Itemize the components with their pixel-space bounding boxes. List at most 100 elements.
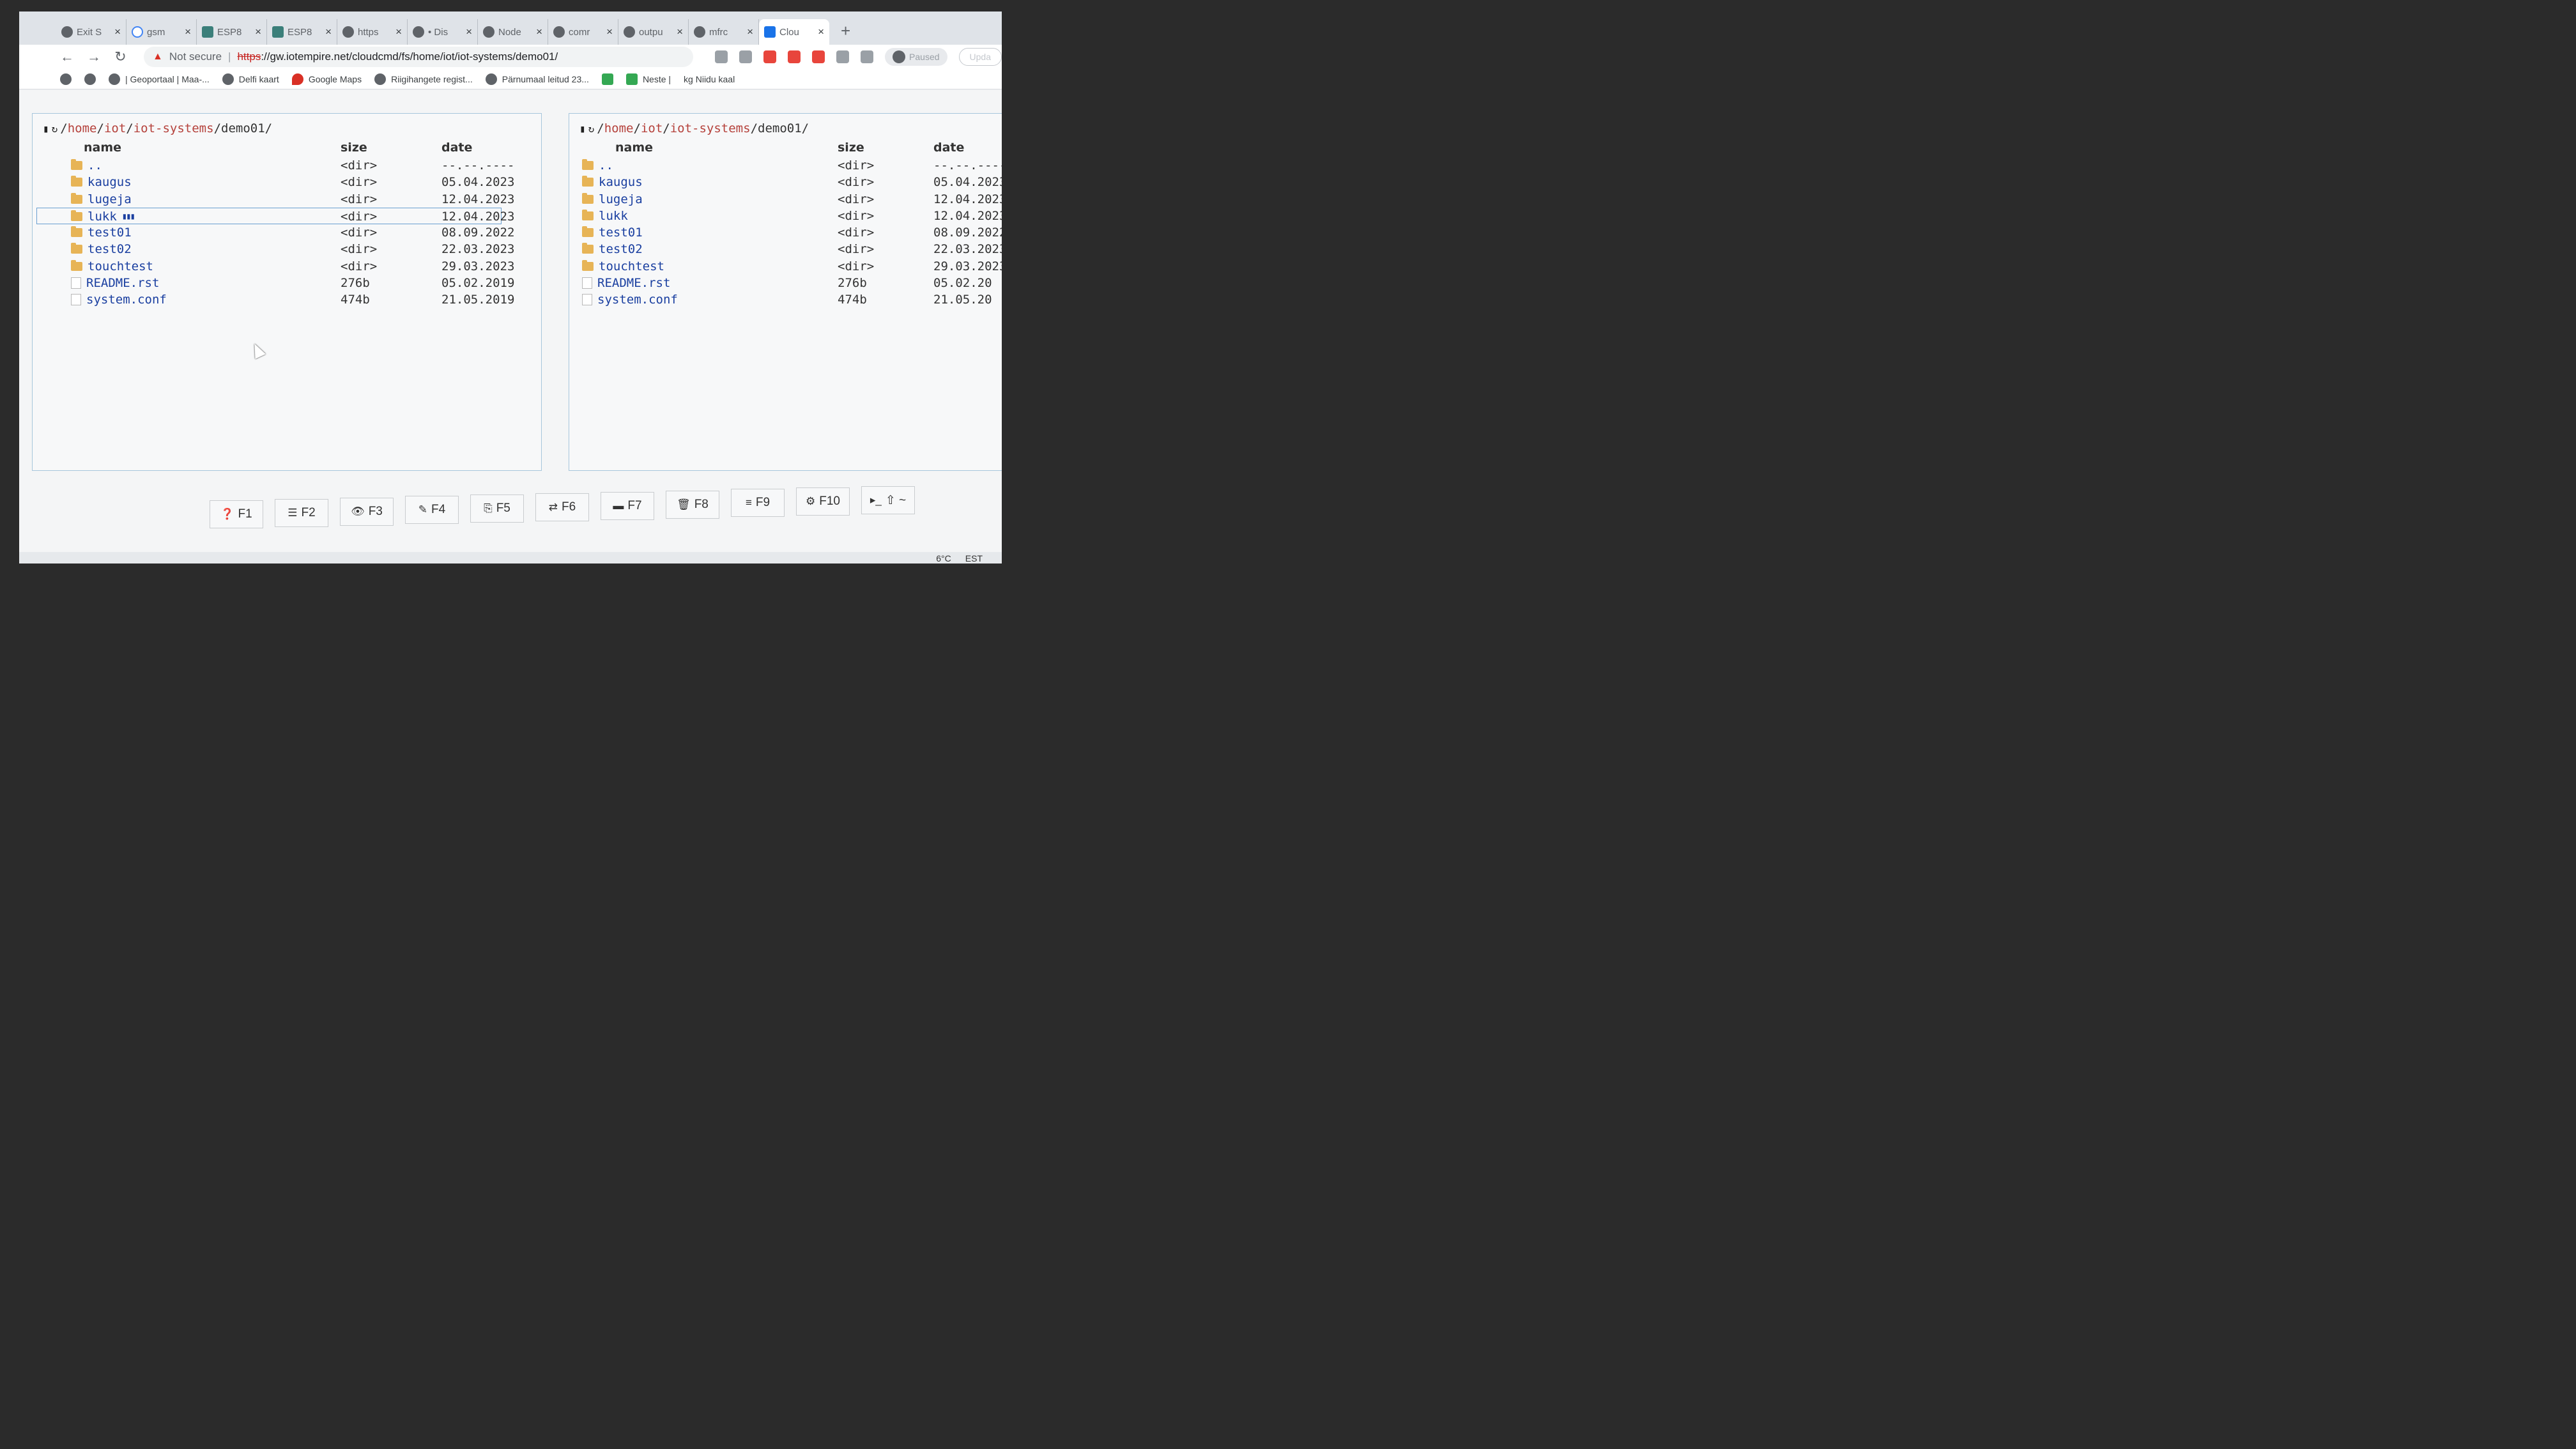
close-icon[interactable]: × — [325, 26, 332, 38]
adblock-icon[interactable] — [812, 50, 825, 63]
bookmark-1[interactable] — [84, 73, 96, 85]
tab-4[interactable]: https × — [337, 19, 408, 45]
extension-icon[interactable] — [788, 50, 801, 63]
tab-6[interactable]: Node × — [478, 19, 548, 45]
terminal-button[interactable]: ▸_ ⇧ ~ — [861, 486, 915, 514]
folder-row[interactable]: touchtest <dir> 29.03.2023 — [33, 258, 541, 275]
new-tab-button[interactable]: + — [829, 21, 862, 45]
file-row[interactable]: system.conf 474b 21.05.2019 — [33, 291, 541, 308]
column-header-date[interactable]: date — [933, 141, 964, 155]
edit-button[interactable]: ✎ F4 — [405, 496, 459, 525]
map-pin-icon — [291, 73, 303, 85]
clipboard-icon[interactable]: ▮ — [579, 123, 586, 135]
close-icon[interactable]: × — [255, 26, 261, 38]
star-icon[interactable] — [739, 50, 753, 63]
menu-button[interactable]: ≡ F9 — [731, 489, 785, 518]
back-button[interactable]: ← — [60, 49, 74, 65]
tab-3[interactable]: ESP8 × — [267, 19, 337, 45]
language-indicator[interactable]: EST — [965, 553, 983, 564]
bookmark-4[interactable]: Google Maps — [291, 73, 362, 85]
column-header-name[interactable]: name — [615, 141, 653, 155]
path-link[interactable]: iot-systems — [670, 121, 751, 135]
mkdir-button[interactable]: ▬ F7 — [601, 491, 654, 520]
folder-row[interactable]: test01 <dir> 08.09.2022 — [569, 224, 1002, 241]
folder-row[interactable]: test02 <dir> 22.03.2023 — [33, 241, 541, 257]
tab-7[interactable]: comr × — [548, 19, 618, 45]
tab-0[interactable]: Exit S × — [56, 19, 126, 45]
view-button[interactable]: 👁 F3 — [340, 497, 394, 526]
column-header-size[interactable]: size — [838, 141, 864, 155]
tab-9[interactable]: mfrc × — [689, 19, 759, 45]
share-icon[interactable] — [715, 50, 728, 63]
delete-button[interactable]: 🗑 F8 — [666, 490, 719, 519]
close-icon[interactable]: × — [114, 26, 121, 38]
left-panel[interactable]: ▮ ↻/home/iot/iot-systems/demo01/name size d… — [32, 113, 542, 471]
column-header-size[interactable]: size — [341, 141, 367, 155]
profile-button[interactable]: Paused — [885, 48, 947, 66]
sidepanel-icon[interactable] — [861, 50, 874, 63]
close-icon[interactable]: × — [677, 26, 683, 38]
column-header-date[interactable]: date — [441, 141, 472, 155]
bookmark-label: Neste | — [642, 73, 671, 84]
folder-row[interactable]: lugeja <dir> 12.04.2023 — [33, 191, 541, 208]
security-label[interactable]: Not secure — [169, 50, 222, 63]
folder-row[interactable]: test02 <dir> 22.03.2023 — [569, 241, 1002, 257]
folder-row[interactable]: kaugus <dir> 05.04.2023 — [33, 174, 541, 190]
clipboard-icon[interactable]: ▮ — [43, 123, 49, 135]
close-icon[interactable]: × — [466, 26, 472, 38]
copy-button[interactable]: ⎘ F5 — [470, 494, 524, 523]
path-link[interactable]: home — [604, 121, 634, 135]
tab-2[interactable]: ESP8 × — [197, 19, 267, 45]
bookmark-5[interactable]: Riigihangete regist... — [374, 73, 473, 85]
bookmark-9[interactable]: kg Niidu kaal — [684, 74, 735, 84]
folder-row[interactable]: .. <dir> --.--.---- — [33, 157, 541, 174]
path-link[interactable]: iot-systems — [134, 121, 214, 135]
refresh-icon[interactable]: ↻ — [52, 123, 58, 135]
url-text[interactable]: https://gw.iotempire.net/cloudcmd/fs/hom… — [237, 50, 558, 63]
folder-row[interactable]: test01 <dir> 08.09.2022 — [33, 224, 541, 241]
tab-8[interactable]: outpu × — [618, 19, 689, 45]
close-icon[interactable]: × — [606, 26, 613, 38]
pdf-extension-icon[interactable] — [763, 50, 777, 63]
help-button[interactable]: ❓ F1 — [210, 500, 263, 528]
config-button[interactable]: ⚙ F10 — [796, 487, 850, 516]
bookmark-0[interactable] — [60, 73, 72, 85]
close-icon[interactable]: × — [395, 26, 402, 38]
close-icon[interactable]: × — [185, 26, 191, 38]
file-row[interactable]: README.rst 276b 05.02.2019 — [33, 275, 541, 291]
tab-5[interactable]: • Dis × — [408, 19, 478, 45]
path-link[interactable]: iot — [641, 121, 663, 135]
folder-row[interactable]: lukk <dir> 12.04.2023 — [569, 208, 1002, 224]
right-panel[interactable]: ▮ ↻/home/iot/iot-systems/demo01/name size d… — [569, 113, 1002, 471]
folder-row[interactable]: lugeja <dir> 12.04.2023 — [569, 191, 1002, 208]
folder-row[interactable]: .. <dir> --.--.---- — [569, 157, 1002, 174]
rename-button[interactable]: ☰ F2 — [275, 498, 328, 527]
bookmark-3[interactable]: Delfi kaart — [222, 73, 279, 85]
bookmark-6[interactable]: Pärnumaal leitud 23... — [485, 73, 589, 85]
folder-row[interactable]: kaugus <dir> 05.04.2023 — [569, 174, 1002, 190]
tab-10[interactable]: Clou × — [759, 19, 829, 45]
close-icon[interactable]: × — [536, 26, 542, 38]
file-row[interactable]: README.rst 276b 05.02.20 — [569, 275, 1002, 291]
puzzle-icon[interactable] — [836, 50, 850, 63]
bookmark-7[interactable] — [601, 73, 613, 85]
update-button[interactable]: Upda — [958, 48, 1002, 66]
folder-row[interactable]: touchtest <dir> 29.03.2023 — [569, 258, 1002, 275]
tab-1[interactable]: gsm × — [126, 19, 197, 45]
bookmark-2[interactable]: | Geoportaal | Maa-... — [109, 73, 210, 85]
path-link[interactable]: home — [68, 121, 97, 135]
refresh-icon[interactable]: ↻ — [588, 123, 595, 135]
close-icon[interactable]: × — [818, 26, 824, 38]
reload-button[interactable]: ↻ — [114, 49, 127, 65]
folder-row[interactable]: lukk ▮▮▮ <dir> 12.04.2023 — [36, 207, 514, 225]
weather-temperature[interactable]: 6°C — [936, 553, 951, 564]
move-button[interactable]: ⇄ F6 — [535, 493, 589, 521]
forward-button[interactable]: → — [87, 49, 101, 65]
bookmark-8[interactable]: Neste | — [625, 73, 671, 85]
address-bar[interactable]: ▲ Not secure | https://gw.iotempire.net/… — [144, 47, 694, 67]
file-row[interactable]: system.conf 474b 21.05.20 — [569, 291, 1002, 308]
close-icon[interactable]: × — [747, 26, 753, 38]
path-link[interactable]: iot — [104, 121, 126, 135]
view-icon: 👁 — [351, 505, 365, 518]
column-header-name[interactable]: name — [84, 141, 121, 155]
